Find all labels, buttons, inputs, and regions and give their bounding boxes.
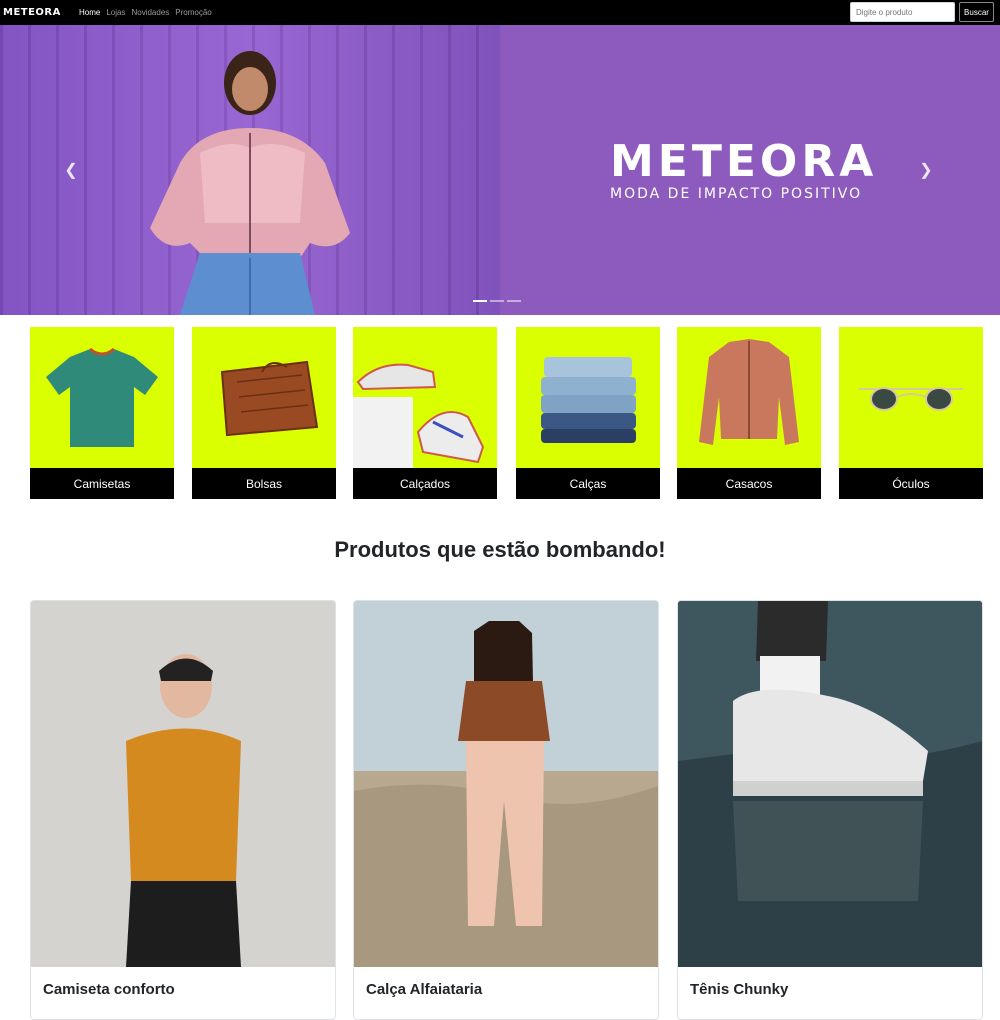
bag-icon: [220, 360, 319, 437]
category-card-casacos[interactable]: Casacos: [677, 327, 821, 499]
category-image: [192, 327, 336, 468]
search-form: Buscar: [850, 2, 994, 22]
tshirt-icon: [46, 347, 158, 447]
product-title: Camiseta conforto: [43, 981, 175, 998]
product-photo-tenis: [678, 601, 982, 967]
product-title: Calça Alfaiataria: [366, 981, 483, 998]
category-image: [677, 327, 821, 468]
search-button[interactable]: Buscar: [959, 2, 994, 22]
product-image: [678, 601, 982, 967]
category-image: [839, 327, 983, 468]
carousel-indicators: [473, 300, 521, 302]
nav-link-lojas[interactable]: Lojas: [106, 8, 125, 17]
sneaker-icon: [353, 363, 485, 468]
hero-logo: METEORA MODA DE IMPACTO POSITIVO: [610, 136, 890, 203]
nav-link-home[interactable]: Home: [79, 8, 100, 17]
product-card-camiseta[interactable]: Camiseta conforto: [30, 600, 336, 1020]
category-label: Calças: [516, 468, 660, 499]
chevron-right-icon[interactable]: ❯: [918, 160, 934, 180]
category-card-bolsas[interactable]: Bolsas: [192, 327, 336, 499]
carousel-indicator-1[interactable]: [473, 300, 487, 302]
nav-link-novidades[interactable]: Novidades: [131, 8, 169, 17]
carousel-indicator-3[interactable]: [507, 300, 521, 302]
section-title: Produtos que estão bombando!: [334, 537, 666, 562]
category-card-calcas[interactable]: Calças: [516, 327, 660, 499]
hero-logo-word: METEORA: [610, 136, 878, 187]
chevron-left-icon[interactable]: ❮: [63, 160, 79, 180]
category-label: Camisetas: [30, 468, 174, 499]
category-card-calcados[interactable]: Calçados: [353, 327, 497, 499]
product-title: Tênis Chunky: [690, 981, 789, 998]
brand-name: METEORA: [3, 7, 61, 18]
product-image: [31, 601, 335, 967]
category-image: [516, 327, 660, 468]
jeans-icon: [541, 357, 636, 443]
navbar: METEORA Home Lojas Novidades Promoção Bu…: [0, 0, 1000, 25]
search-input[interactable]: [850, 2, 955, 22]
product-image: [354, 601, 658, 967]
category-list: Camisetas Bolsas Calçados Calças Casacos…: [30, 327, 984, 499]
product-photo-calca: [354, 601, 658, 967]
category-card-oculos[interactable]: Óculos: [839, 327, 983, 499]
sunglasses-icon: [859, 387, 963, 411]
category-image: [353, 327, 497, 468]
brand-logo[interactable]: METEORA: [3, 7, 67, 19]
jacket-icon: [699, 339, 799, 445]
category-label: Bolsas: [192, 468, 336, 499]
hero-model-image: [150, 51, 350, 315]
hero-carousel: METEORA MODA DE IMPACTO POSITIVO ❮ ❯: [0, 25, 1000, 315]
nav-links: Home Lojas Novidades Promoção: [79, 8, 212, 17]
nav-link-promocao[interactable]: Promoção: [175, 8, 211, 17]
product-photo-camiseta: [31, 601, 335, 967]
category-label: Óculos: [839, 468, 983, 499]
category-card-camisetas[interactable]: Camisetas: [30, 327, 174, 499]
category-label: Calçados: [353, 468, 497, 499]
hero-tagline: MODA DE IMPACTO POSITIVO: [610, 186, 863, 202]
category-image: [30, 327, 174, 468]
product-card-tenis[interactable]: Tênis Chunky: [677, 600, 983, 1020]
product-card-calca[interactable]: Calça Alfaiataria: [353, 600, 659, 1020]
category-label: Casacos: [677, 468, 821, 499]
carousel-indicator-2[interactable]: [490, 300, 504, 302]
